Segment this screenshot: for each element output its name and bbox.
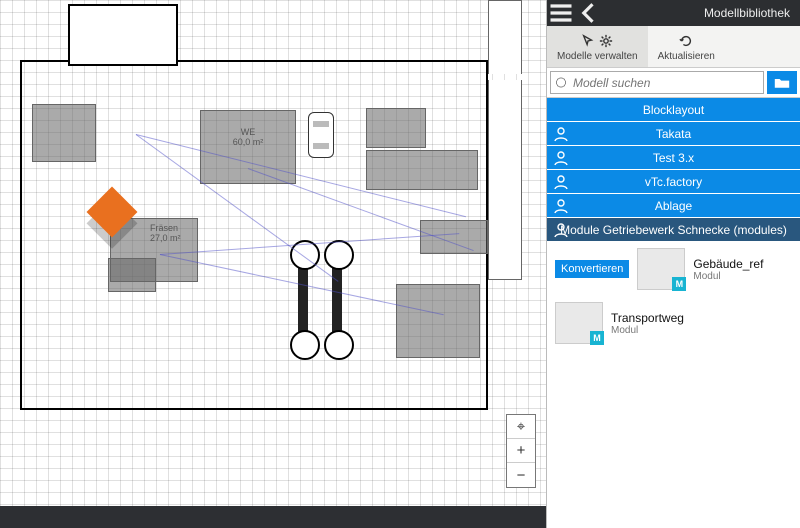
category-row[interactable]: Ablage <box>547 194 800 218</box>
panel-titlebar: Modellbibliothek <box>547 0 800 26</box>
category-row[interactable]: Module Getriebewerk Schnecke (modules) <box>547 218 800 242</box>
category-label: Blocklayout <box>643 103 704 117</box>
user-icon <box>553 198 569 214</box>
category-label: Takata <box>656 127 691 141</box>
zoom-out-button[interactable]: − <box>507 463 535 487</box>
open-folder-button[interactable] <box>767 71 797 94</box>
category-row[interactable]: vTc.factory <box>547 170 800 194</box>
vehicle-icon[interactable] <box>308 112 334 158</box>
room-block[interactable] <box>366 108 426 148</box>
category-row[interactable]: Test 3.x <box>547 146 800 170</box>
user-icon <box>553 222 569 238</box>
room-block[interactable] <box>108 258 156 292</box>
refresh-icon <box>679 34 693 48</box>
model-name: Gebäude_ref <box>693 257 763 271</box>
status-bar <box>0 506 546 528</box>
convert-button[interactable]: Konvertieren <box>555 260 629 278</box>
canvas-nav-widget: ⌖ + − <box>506 414 536 488</box>
machine-conveyor[interactable] <box>332 254 342 346</box>
user-icon <box>553 174 569 190</box>
refresh-button[interactable]: Aktualisieren <box>648 26 725 67</box>
category-label: Module Getriebewerk Schnecke (modules) <box>560 223 787 237</box>
room-block[interactable] <box>396 284 480 358</box>
room-block[interactable] <box>420 220 488 254</box>
room-we[interactable] <box>200 110 296 184</box>
panel-title: Modellbibliothek <box>704 6 800 20</box>
model-name: Transportweg <box>611 311 684 325</box>
category-label: Ablage <box>655 199 692 213</box>
model-badge: M <box>590 331 604 345</box>
search-row <box>547 68 800 98</box>
category-row[interactable]: Takata <box>547 122 800 146</box>
model-list: Blocklayout Takata Test 3.x vTc.factory Abla… <box>547 98 800 528</box>
zoom-in-button[interactable]: + <box>507 439 535 463</box>
manage-models-button[interactable]: Modelle verwalten <box>547 26 648 67</box>
annex-outline <box>68 4 178 66</box>
model-type: Modul <box>693 271 763 282</box>
floorplan-canvas[interactable]: WE 60,0 m² Fräsen 27,0 m² ⌖ + <box>0 0 546 528</box>
gear-icon <box>599 34 613 48</box>
model-type: Modul <box>611 325 684 336</box>
model-item[interactable]: Konvertieren M Gebäude_refModul <box>547 242 800 296</box>
panel-toolbar: Modelle verwalten Aktualisieren <box>547 26 800 68</box>
back-icon[interactable] <box>575 0 603 26</box>
folder-open-icon <box>774 76 790 90</box>
nav-compass-button[interactable]: ⌖ <box>507 415 535 439</box>
category-label: vTc.factory <box>645 175 702 189</box>
model-thumbnail: M <box>555 302 603 344</box>
category-row[interactable]: Blocklayout <box>547 98 800 122</box>
model-thumbnail: M <box>637 248 685 290</box>
menu-icon[interactable] <box>547 0 575 26</box>
cursor-icon <box>581 34 595 48</box>
model-badge: M <box>672 277 686 291</box>
model-item[interactable]: M TransportwegModul <box>547 296 800 350</box>
refresh-label: Aktualisieren <box>658 51 715 62</box>
manage-models-label: Modelle verwalten <box>557 51 638 62</box>
model-library-panel: Modellbibliothek Modelle verwalten Aktua… <box>546 0 800 528</box>
category-label: Test 3.x <box>653 151 694 165</box>
column <box>488 0 522 74</box>
user-icon <box>553 150 569 166</box>
room-block[interactable] <box>32 104 96 162</box>
machine-conveyor[interactable] <box>298 254 308 346</box>
room-block[interactable] <box>366 150 478 190</box>
column <box>488 80 522 280</box>
user-icon <box>553 126 569 142</box>
search-input[interactable] <box>550 71 764 94</box>
